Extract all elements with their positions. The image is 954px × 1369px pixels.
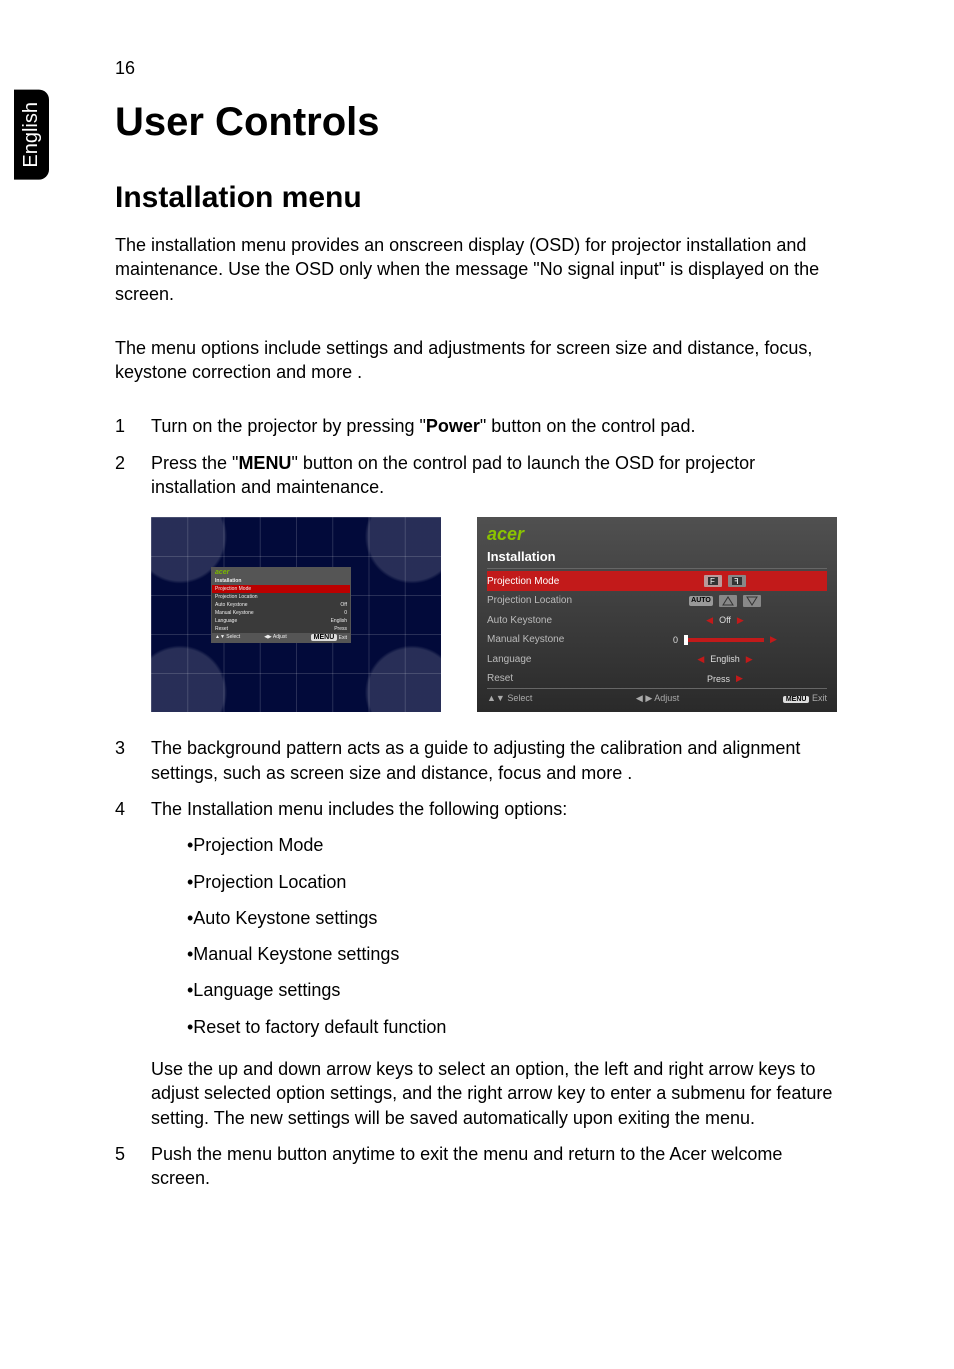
osd-value: English <box>710 654 740 664</box>
svg-text:ꟻ: ꟻ <box>734 577 739 586</box>
step-4: 4 The Installation menu includes the fol… <box>115 797 839 1130</box>
osd-row-reset: ResetPress <box>212 625 350 633</box>
bullet-reset: •Reset to factory default function <box>187 1015 839 1039</box>
footer-exit: MENU Exit <box>783 693 827 704</box>
osd-row-auto-keystone: Auto Keystone ◀ Off ▶ <box>487 610 827 630</box>
page-content: User Controls Installation menu The inst… <box>0 0 954 1263</box>
step-bold: MENU <box>238 453 291 473</box>
step-number: 5 <box>115 1142 151 1191</box>
step-1: 1 Turn on the projector by pressing "Pow… <box>115 414 839 438</box>
osd-row-manual-keystone: Manual Keystone0 <box>212 609 350 617</box>
osd-label: Reset <box>487 673 617 684</box>
steps-list: 1 Turn on the projector by pressing "Pow… <box>115 414 839 499</box>
footer-select: ▲▼ Select <box>487 693 532 704</box>
osd-row-projection-mode: Projection Mode F ꟻ <box>487 571 827 591</box>
bullet-auto-keystone: •Auto Keystone settings <box>187 906 839 930</box>
osd-row-auto-keystone: Auto KeystoneOff <box>212 601 350 609</box>
step-number: 1 <box>115 414 151 438</box>
osd-row-language: LanguageEnglish <box>212 617 350 625</box>
osd-value: 0 <box>673 635 678 645</box>
step-5: 5 Push the menu button anytime to exit t… <box>115 1142 839 1191</box>
osd-row-projection-location: Projection Location AUTO <box>487 591 827 611</box>
osd-label: Projection Location <box>487 595 617 606</box>
right-arrow-icon: ▶ <box>737 615 744 626</box>
bullet-projection-mode: •Projection Mode <box>187 833 839 857</box>
osd-mini-panel: acer Installation Projection Mode Projec… <box>211 567 351 643</box>
osd-panel: acer Installation Projection Mode F ꟻ Pr… <box>477 517 837 712</box>
osd-footer: ▲▼ Select ◀ ▶ Adjust MENU Exit <box>487 688 827 704</box>
osd-value: Press <box>707 674 730 684</box>
step-3: 3 The background pattern acts as a guide… <box>115 736 839 785</box>
auto-badge: AUTO <box>689 596 713 606</box>
osd-value: Off <box>719 615 731 625</box>
osd-label: Language <box>487 654 617 665</box>
bullet-projection-location: •Projection Location <box>187 870 839 894</box>
step-bold: Power <box>426 416 480 436</box>
osd-label: Projection Mode <box>487 576 617 587</box>
left-arrow-icon: ◀ <box>706 615 713 626</box>
rear-projection-icon: ꟻ <box>728 575 746 587</box>
osd-footer: ▲▼ Select ◀▶ Adjust MENU Exit <box>212 633 350 642</box>
acer-logo: acer <box>487 525 827 543</box>
step-text-pre: Turn on the projector by pressing " <box>151 416 426 436</box>
ceiling-front-icon <box>743 595 761 607</box>
language-tab: English <box>14 90 49 180</box>
left-arrow-icon: ◀ <box>697 654 704 665</box>
acer-logo: acer <box>212 568 350 577</box>
footer-adjust: ◀ ▶ Adjust <box>636 693 679 704</box>
right-arrow-icon: ▶ <box>746 654 753 665</box>
intro-paragraph-1: The installation menu provides an onscre… <box>115 233 839 306</box>
osd-label: Manual Keystone <box>487 634 617 645</box>
osd-row-manual-keystone: Manual Keystone 0 ▶ <box>487 630 827 650</box>
page-number: 16 <box>115 58 135 79</box>
table-front-icon <box>719 595 737 607</box>
right-arrow-icon: ▶ <box>770 634 777 645</box>
right-arrow-icon: ▶ <box>736 673 743 684</box>
bullet-language: •Language settings <box>187 978 839 1002</box>
front-projection-icon: F <box>704 575 722 587</box>
heading-installation-menu: Installation menu <box>115 181 839 215</box>
options-bullet-list: •Projection Mode •Projection Location •A… <box>151 833 839 1039</box>
osd-row-reset: Reset Press ▶ <box>487 669 827 689</box>
figure-row: acer Installation Projection Mode Projec… <box>151 517 839 712</box>
keystone-slider <box>684 638 764 642</box>
step-text-pre: Press the " <box>151 453 238 473</box>
step-number: 2 <box>115 451 151 500</box>
step-2: 2 Press the "MENU" button on the control… <box>115 451 839 500</box>
bullet-manual-keystone: •Manual Keystone settings <box>187 942 839 966</box>
heading-user-controls: User Controls <box>115 100 839 145</box>
calibration-grid-figure: acer Installation Projection Mode Projec… <box>151 517 441 712</box>
step-text: The background pattern acts as a guide t… <box>151 736 839 785</box>
step-tail-text: Use the up and down arrow keys to select… <box>151 1059 832 1128</box>
step-number: 4 <box>115 797 151 1130</box>
osd-label: Auto Keystone <box>487 615 617 626</box>
intro-paragraph-2: The menu options include settings and ad… <box>115 336 839 385</box>
osd-row-projection-location: Projection Location <box>212 593 350 601</box>
svg-text:F: F <box>710 577 715 586</box>
step-text-post: " button on the control pad. <box>480 416 696 436</box>
step-text: Push the menu button anytime to exit the… <box>151 1142 839 1191</box>
osd-row-projection-mode: Projection Mode <box>212 585 350 593</box>
osd-title: Installation <box>212 577 350 585</box>
steps-list-continued: 3 The background pattern acts as a guide… <box>115 736 839 1190</box>
osd-title: Installation <box>487 549 827 569</box>
osd-row-language: Language ◀ English ▶ <box>487 649 827 669</box>
step-number: 3 <box>115 736 151 785</box>
step-text: The Installation menu includes the follo… <box>151 799 567 819</box>
